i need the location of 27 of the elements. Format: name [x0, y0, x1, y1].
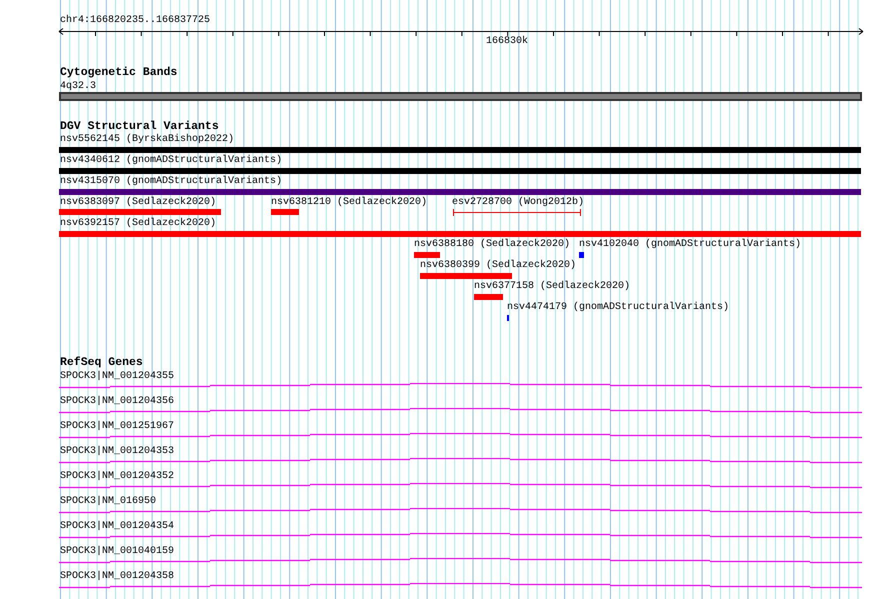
track-title: Cytogenetic Bands: [60, 68, 178, 78]
gene-label: SPOCK3|NM_001204354: [60, 522, 174, 532]
gene-label: SPOCK3|NM_001040159: [60, 547, 174, 557]
track-title: RefSeq Genes: [60, 358, 143, 368]
variant-label: esv2728700 (Wong2012b): [452, 198, 584, 208]
variant-label: nsv4102040 (gnomADStructuralVariants): [579, 240, 802, 250]
range-label: chr4:166820235..166837725: [60, 16, 210, 26]
band-label: 4q32.3: [60, 82, 96, 92]
tick-label: 166830k: [486, 37, 528, 47]
variant-label: nsv6388180 (Sedlazeck2020): [414, 240, 570, 250]
gene-label: SPOCK3|NM_001204353: [60, 447, 174, 457]
variant-label: nsv6377158 (Sedlazeck2020): [474, 282, 630, 292]
gene-label: SPOCK3|NM_001204356: [60, 397, 174, 407]
gene-label: SPOCK3|NM_016950: [60, 497, 156, 507]
variant-label: nsv4315070 (gnomADStructuralVariants): [60, 177, 282, 187]
gene-label: SPOCK3|NM_001251967: [60, 422, 174, 432]
variant-label: nsv5562145 (ByrskaBishop2022): [60, 135, 234, 145]
gene-label: SPOCK3|NM_001204355: [60, 372, 174, 382]
gene-label: SPOCK3|NM_001204352: [60, 472, 174, 482]
variant-label: nsv4474179 (gnomADStructuralVariants): [507, 303, 730, 313]
variant-label: nsv6381210 (Sedlazeck2020): [271, 198, 428, 208]
variant-label: nsv6392157 (Sedlazeck2020): [60, 219, 216, 229]
variant-label: nsv6383097 (Sedlazeck2020): [60, 198, 216, 208]
gene-label: SPOCK3|NM_001204358: [60, 572, 174, 582]
variant-label: nsv6380399 (Sedlazeck2020): [420, 261, 576, 271]
track-title: DGV Structural Variants: [60, 122, 219, 132]
variant-label: nsv4340612 (gnomADStructuralVariants): [60, 156, 282, 166]
